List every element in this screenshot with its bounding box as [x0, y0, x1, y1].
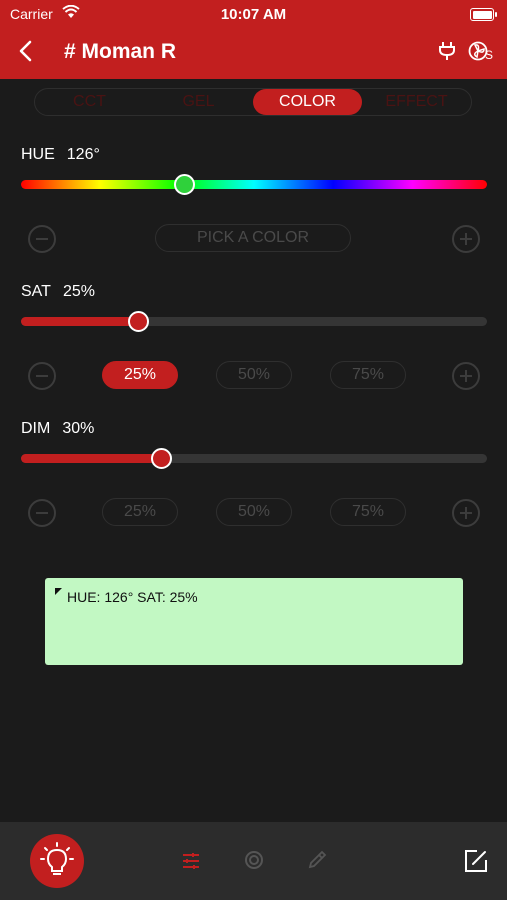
- plug-icon[interactable]: [437, 40, 457, 67]
- dim-label-row: DIM 30%: [21, 420, 94, 438]
- hue-value: 126°: [66, 146, 100, 163]
- bottom-toolbar: [0, 822, 507, 900]
- tab-gel[interactable]: GEL: [144, 89, 253, 115]
- sat-label: SAT: [21, 283, 51, 300]
- page-title: # Moman R: [64, 40, 177, 63]
- nav-header: Carrier 10:07 AM # Moman R S: [0, 0, 507, 79]
- pick-color-button[interactable]: PICK A COLOR: [155, 224, 351, 252]
- back-button[interactable]: [18, 40, 38, 64]
- battery-icon: [470, 8, 497, 21]
- fan-s-icon[interactable]: S: [468, 40, 496, 69]
- tab-cct[interactable]: CCT: [35, 89, 144, 115]
- clock: 10:07 AM: [220, 6, 287, 23]
- hue-label-row: HUE 126°: [21, 146, 100, 164]
- target-icon[interactable]: [244, 850, 264, 875]
- sat-preset-75[interactable]: 75%: [330, 361, 406, 389]
- dim-preset-25[interactable]: 25%: [102, 498, 178, 526]
- sat-slider[interactable]: [21, 311, 487, 332]
- hue-slider[interactable]: [21, 174, 487, 195]
- dim-preset-50[interactable]: 50%: [216, 498, 292, 526]
- dim-value: 30%: [62, 420, 95, 437]
- hue-slider-thumb[interactable]: [174, 174, 196, 195]
- status-bar: Carrier 10:07 AM: [0, 4, 507, 25]
- hue-decrease-button[interactable]: [28, 225, 56, 253]
- sat-slider-thumb[interactable]: [127, 311, 149, 332]
- dim-preset-75[interactable]: 75%: [330, 498, 406, 526]
- dim-slider[interactable]: [21, 448, 487, 469]
- edit-icon[interactable]: [463, 848, 489, 879]
- mode-segmented-control: CCT GEL COLOR EFFECT: [34, 88, 472, 116]
- sat-value: 25%: [62, 283, 95, 300]
- hue-label: HUE: [21, 146, 55, 163]
- sat-decrease-button[interactable]: [28, 362, 56, 390]
- dim-label: DIM: [21, 420, 51, 437]
- chevron-left-icon: [19, 40, 32, 62]
- sliders-icon[interactable]: [181, 851, 201, 876]
- dim-slider-fill: [21, 454, 161, 463]
- sat-label-row: SAT 25%: [21, 283, 95, 301]
- sat-slider-fill: [21, 317, 138, 326]
- power-button[interactable]: [30, 834, 84, 888]
- preview-corner-mark: [55, 588, 62, 595]
- lightbulb-icon: [40, 842, 74, 875]
- preview-text: HUE: 126° SAT: 25%: [67, 589, 198, 605]
- tab-effect[interactable]: EFFECT: [362, 89, 471, 115]
- hue-increase-button[interactable]: [452, 225, 480, 253]
- sat-preset-50[interactable]: 50%: [216, 361, 292, 389]
- color-preview: HUE: 126° SAT: 25%: [45, 578, 463, 665]
- sat-preset-25[interactable]: 25%: [102, 361, 178, 389]
- tab-color[interactable]: COLOR: [253, 89, 362, 115]
- eyedropper-icon[interactable]: [307, 850, 327, 875]
- dim-slider-thumb[interactable]: [150, 448, 172, 469]
- fan-badge: S: [485, 48, 494, 62]
- sat-increase-button[interactable]: [452, 362, 480, 390]
- dim-increase-button[interactable]: [452, 499, 480, 527]
- dim-decrease-button[interactable]: [28, 499, 56, 527]
